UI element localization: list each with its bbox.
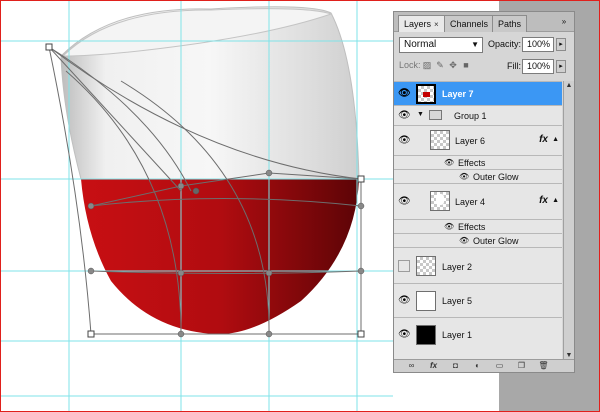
- effects-row[interactable]: 👁 Effects: [394, 155, 562, 169]
- app-window: Layers × Channels Paths » Normal ▼ Opacit…: [0, 0, 600, 412]
- layer-row-layer-5[interactable]: 👁 Layer 5: [394, 283, 562, 317]
- layer-name: Layer 1: [442, 330, 473, 340]
- eye-icon[interactable]: 👁: [398, 196, 411, 208]
- layer-thumbnail: [416, 84, 436, 104]
- layer-name: Layer 5: [442, 296, 473, 306]
- layer-row-layer-7[interactable]: 👁 Layer 7: [394, 81, 562, 105]
- tab-layers-label: Layers: [404, 19, 432, 29]
- tab-layers[interactable]: Layers ×: [398, 15, 445, 32]
- effect-name: Outer Glow: [473, 236, 519, 246]
- visibility-toggle[interactable]: [398, 260, 410, 272]
- layer-row-layer-4[interactable]: 👁 Layer 4 fx ▲: [394, 183, 562, 219]
- layer-thumbnail: [416, 256, 436, 276]
- layer-row-layer-1[interactable]: 👁 Layer 1: [394, 317, 562, 351]
- effects-row[interactable]: 👁 Effects: [394, 219, 562, 233]
- layer-row-layer-2[interactable]: Layer 2: [394, 247, 562, 283]
- opacity-label: Opacity:: [488, 39, 522, 49]
- layer-name: Layer 6: [455, 136, 486, 146]
- effect-name: Outer Glow: [473, 172, 519, 182]
- effect-row-outer-glow[interactable]: 👁 Outer Glow: [394, 233, 562, 247]
- eye-icon[interactable]: 👁: [398, 295, 411, 307]
- fill-field[interactable]: 100%: [522, 59, 554, 74]
- lock-label: Lock:: [399, 60, 421, 70]
- new-layer-icon[interactable]: ❐: [516, 361, 527, 371]
- layer-thumbnail: [430, 130, 450, 150]
- mask-icon[interactable]: ◘: [450, 361, 461, 371]
- lock-brush-icon[interactable]: ✎: [435, 60, 445, 70]
- blend-mode-value: Normal: [404, 39, 437, 50]
- fx-icon[interactable]: fx: [539, 134, 548, 145]
- effects-label: Effects: [458, 158, 486, 168]
- tab-channels-label: Channels: [450, 19, 489, 29]
- lock-move-icon[interactable]: ✥: [448, 60, 458, 70]
- folder-icon[interactable]: ▭: [494, 361, 505, 371]
- eye-icon[interactable]: 👁: [398, 329, 411, 341]
- collapse-arrow-icon[interactable]: ▲: [552, 136, 559, 143]
- layer-name: Layer 7: [442, 89, 474, 99]
- lock-transparency-icon[interactable]: ▨: [422, 60, 432, 70]
- tab-paths[interactable]: Paths: [492, 15, 528, 32]
- layer-thumbnail: [430, 191, 450, 211]
- fill-label: Fill:: [507, 61, 521, 71]
- layer-name: Group 1: [454, 111, 487, 121]
- layer-row-group-1[interactable]: 👁 ▼ Group 1: [394, 105, 562, 125]
- thumbnail-red-mark: [423, 92, 430, 97]
- eye-icon[interactable]: 👁: [398, 135, 411, 147]
- adjustment-icon[interactable]: ◐: [472, 361, 483, 371]
- layer-thumbnail: [416, 291, 436, 311]
- eye-icon[interactable]: 👁: [444, 222, 454, 231]
- link-icon[interactable]: ∞: [406, 361, 417, 371]
- layer-thumbnail: [416, 325, 436, 345]
- fill-slider-icon[interactable]: ▸: [556, 60, 566, 73]
- layer-name: Layer 4: [455, 197, 486, 207]
- thumbnail-white-mark: [436, 194, 444, 205]
- layer-row-layer-6[interactable]: 👁 Layer 6 fx ▲: [394, 125, 562, 155]
- panel-tab-bar: Layers × Channels Paths »: [394, 12, 574, 32]
- layers-list: 👁 Layer 7 👁 ▼ Group 1 👁 Layer 6 fx ▲ 👁 E…: [394, 81, 562, 361]
- fx-icon[interactable]: fx: [539, 195, 548, 206]
- eye-icon[interactable]: 👁: [398, 88, 411, 100]
- effect-row-outer-glow[interactable]: 👁 Outer Glow: [394, 169, 562, 183]
- layers-panel: Layers × Channels Paths » Normal ▼ Opacit…: [393, 11, 575, 373]
- fx-icon[interactable]: fx: [428, 361, 439, 371]
- effects-label: Effects: [458, 222, 486, 232]
- tab-channels[interactable]: Channels: [444, 15, 495, 32]
- folder-icon: [429, 110, 442, 120]
- eye-icon[interactable]: 👁: [459, 172, 469, 181]
- chevron-down-icon: ▼: [471, 40, 479, 49]
- eye-icon[interactable]: 👁: [459, 236, 469, 245]
- lock-all-icon[interactable]: ■: [461, 60, 471, 70]
- blend-mode-select[interactable]: Normal ▼: [399, 37, 483, 53]
- close-icon[interactable]: ×: [434, 20, 439, 29]
- eye-icon[interactable]: 👁: [444, 158, 454, 167]
- opacity-field[interactable]: 100%: [522, 37, 554, 52]
- layers-scrollbar[interactable]: ▲ ▼: [563, 81, 574, 361]
- expand-arrow-icon[interactable]: ▼: [417, 111, 424, 118]
- panel-bottom-bar: ∞ fx ◘ ◐ ▭ ❐ 🗑: [394, 359, 574, 372]
- scroll-up-icon[interactable]: ▲: [564, 81, 574, 91]
- trash-icon[interactable]: 🗑: [538, 361, 549, 371]
- eye-icon[interactable]: 👁: [398, 110, 411, 122]
- layer-name: Layer 2: [442, 262, 473, 272]
- collapse-arrow-icon[interactable]: ▲: [552, 197, 559, 204]
- tab-paths-label: Paths: [498, 19, 522, 29]
- panel-menu-icon[interactable]: »: [558, 16, 570, 28]
- opacity-slider-icon[interactable]: ▸: [556, 38, 566, 51]
